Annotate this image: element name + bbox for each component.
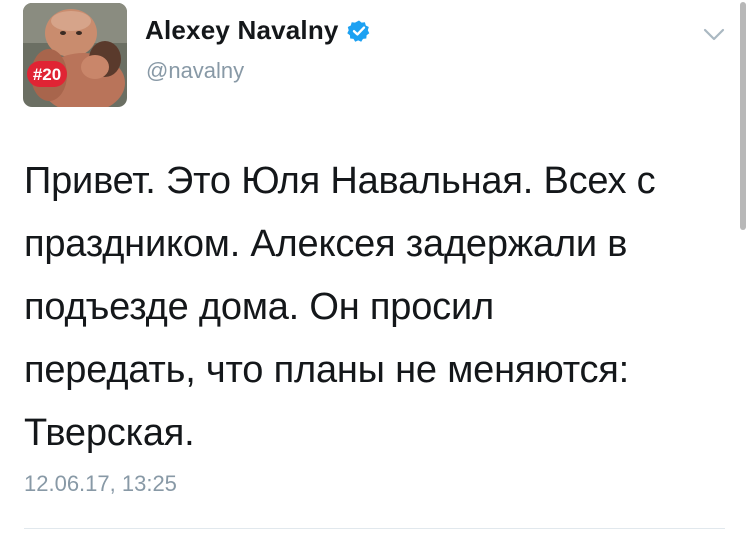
tweet-text: Привет. Это Юля Навальная. Всех с праздн… xyxy=(24,150,724,465)
scrollbar[interactable] xyxy=(740,2,746,230)
author-display-name[interactable]: Alexey Navalny xyxy=(145,15,339,46)
tweet-text-line: праздником. Алексея задержали в xyxy=(24,223,628,265)
tweet-text-line: подъезде дома. Он просил xyxy=(24,286,494,328)
author-handle[interactable]: @navalny xyxy=(146,58,244,84)
tweet-text-line: Тверская. xyxy=(24,412,195,454)
author-name-row: Alexey Navalny xyxy=(145,15,371,46)
tweet-text-line: передать, что планы не меняются: xyxy=(24,349,630,391)
divider xyxy=(24,528,725,529)
avatar[interactable]: #20 xyxy=(23,3,127,107)
chevron-down-icon[interactable] xyxy=(703,28,725,42)
tweet-timestamp[interactable]: 12.06.17, 13:25 xyxy=(24,471,177,497)
verified-badge-icon xyxy=(346,19,371,43)
tweet-card: #20 Alexey Navalny @navalny Привет. Это … xyxy=(0,0,749,534)
avatar-image: #20 xyxy=(23,3,127,107)
tweet-text-line: Привет. Это Юля Навальная. Всех с xyxy=(24,160,656,202)
avatar-badge-text: #20 xyxy=(33,65,61,84)
